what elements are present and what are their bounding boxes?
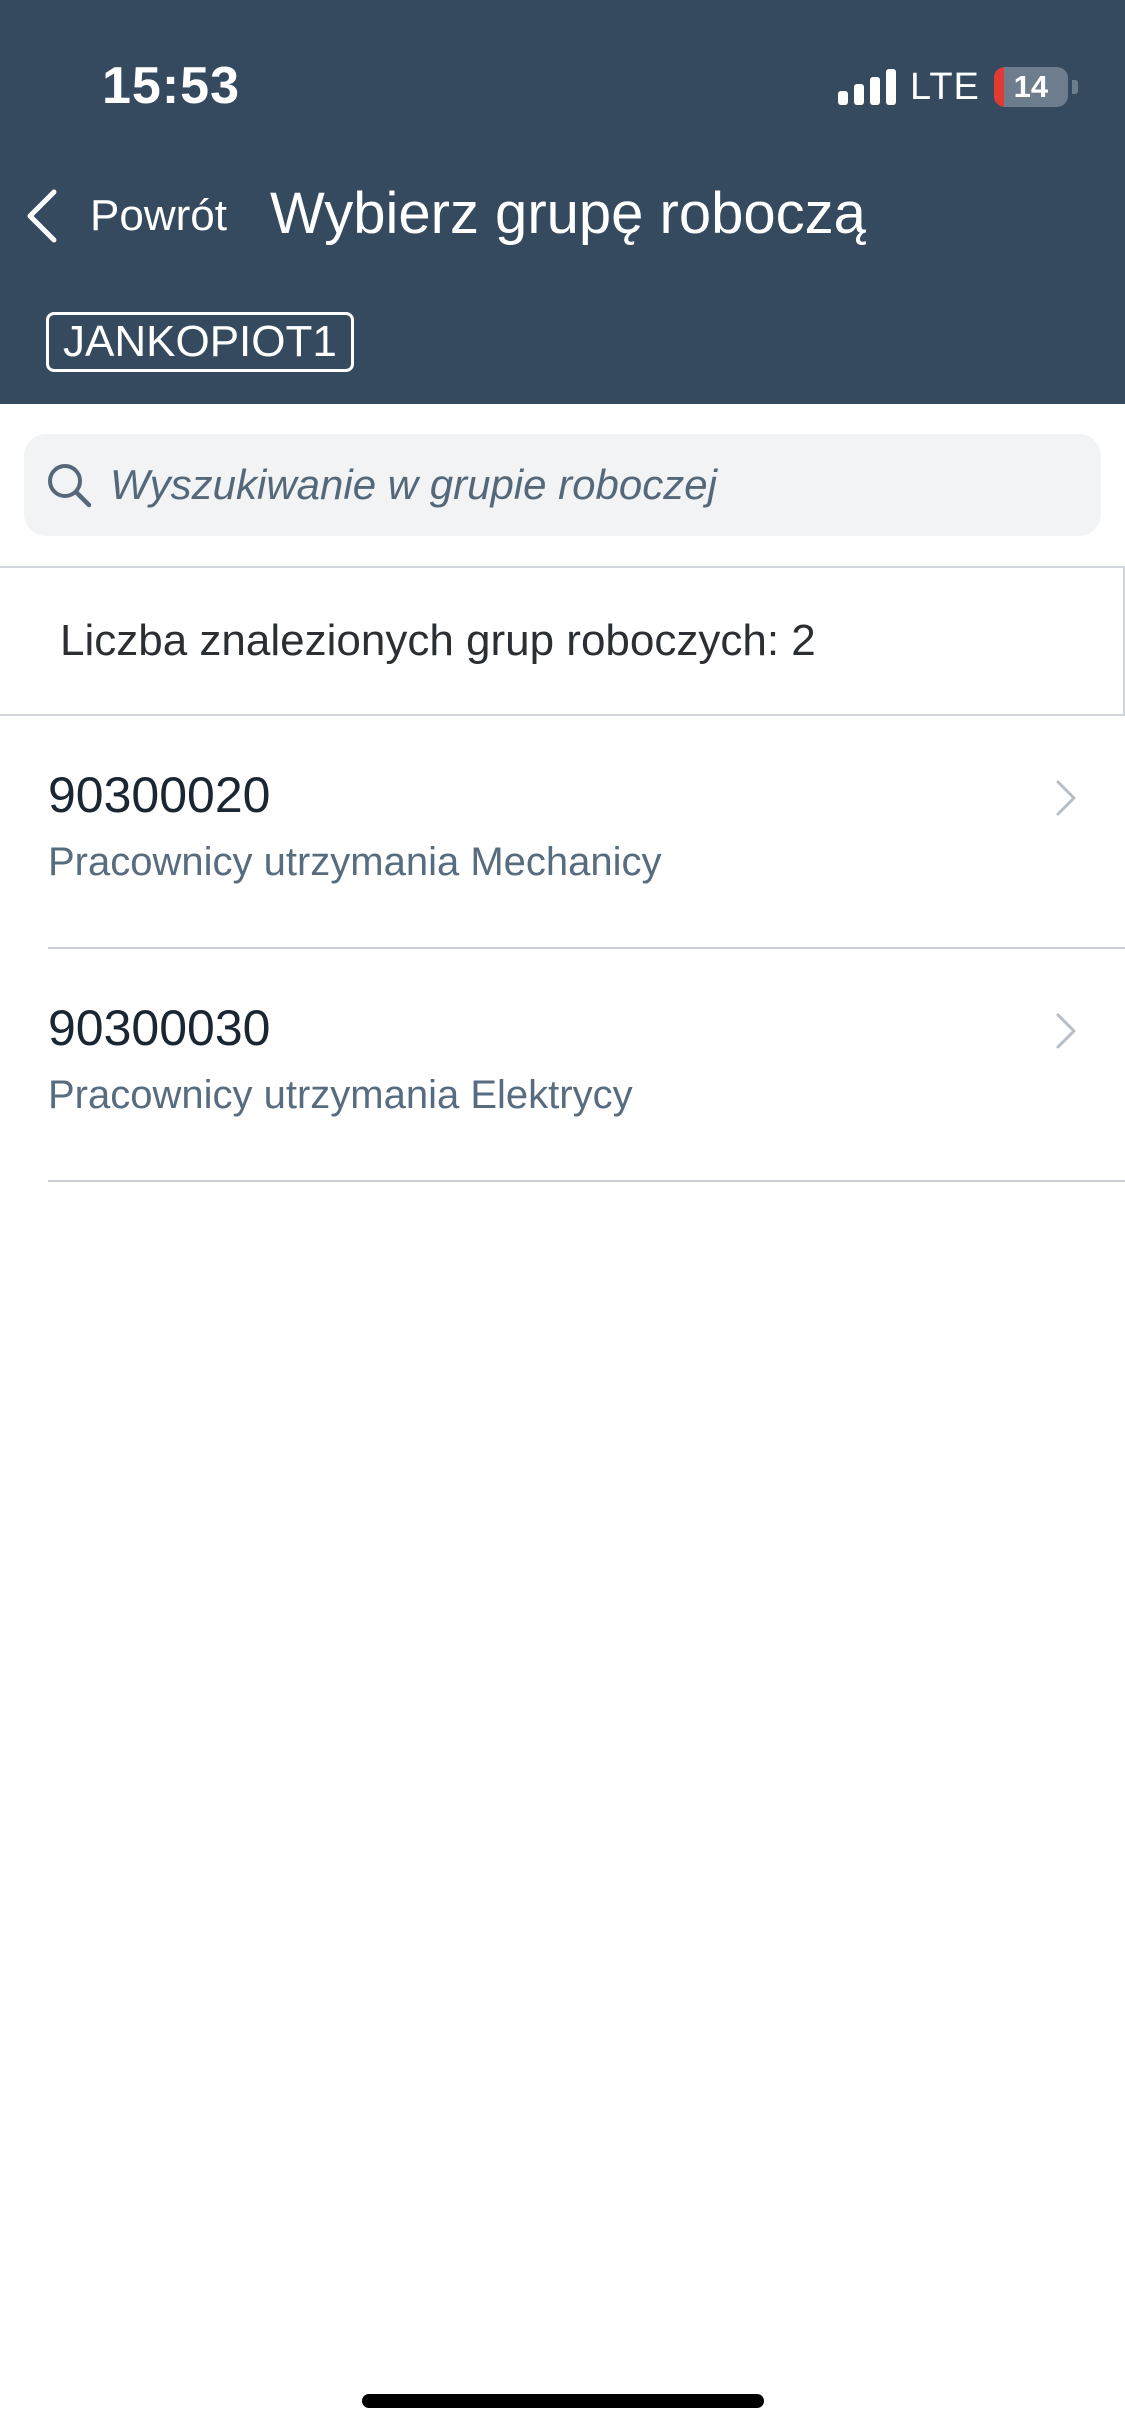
workgroup-code: 90300020	[48, 767, 271, 823]
chevron-right-icon	[1056, 1013, 1076, 1049]
status-indicators: LTE 14	[838, 64, 1078, 110]
network-type: LTE	[910, 65, 980, 108]
battery-icon: 14	[993, 67, 1068, 107]
chevron-left-icon	[27, 189, 57, 243]
back-button[interactable]: Powrót	[22, 178, 227, 254]
navigation-header: 15:53 LTE 14 Powrót Wybierz grupę robocz…	[0, 0, 1125, 404]
home-indicator[interactable]	[362, 2394, 764, 2408]
back-label: Powrót	[90, 191, 227, 240]
battery-cap	[1071, 80, 1078, 94]
page-title: Wybierz grupę roboczą	[270, 181, 866, 246]
list-item[interactable]: 90300020 Pracownicy utrzymania Mechanicy	[0, 716, 1125, 949]
workgroup-description: Pracownicy utrzymania Mechanicy	[48, 840, 662, 884]
divider	[48, 1180, 1125, 1182]
search-bar[interactable]	[24, 434, 1101, 536]
workgroup-code: 90300030	[48, 1000, 271, 1056]
search-input[interactable]	[110, 450, 1101, 520]
status-time: 15:53	[102, 57, 240, 115]
results-count: Liczba znalezionych grup roboczych: 2	[60, 616, 816, 665]
chevron-right-icon	[1056, 780, 1076, 816]
workgroup-list: 90300020 Pracownicy utrzymania Mechanicy…	[0, 716, 1125, 1182]
workgroup-description: Pracownicy utrzymania Elektrycy	[48, 1073, 633, 1117]
battery-level: 14	[1013, 69, 1049, 104]
user-badge: JANKOPIOT1	[46, 312, 354, 372]
search-icon	[48, 464, 92, 508]
list-item[interactable]: 90300030 Pracownicy utrzymania Elektrycy	[0, 949, 1125, 1182]
signal-strength-icon	[838, 69, 896, 105]
results-count-bar: Liczba znalezionych grup roboczych: 2	[0, 566, 1125, 716]
